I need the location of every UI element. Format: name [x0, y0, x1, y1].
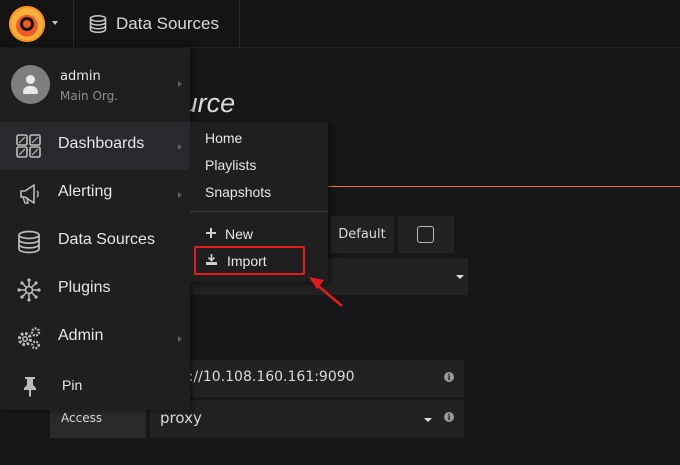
submenu-item-snapshots[interactable]: Snapshots — [205, 184, 271, 200]
default-label: Default — [330, 216, 394, 253]
chevron-right-icon — [178, 336, 182, 342]
breadcrumb[interactable]: Data Sources — [74, 0, 240, 48]
pin-icon — [24, 377, 36, 397]
user-name: admin — [60, 69, 101, 84]
top-navbar: Data Sources — [0, 0, 680, 48]
access-label-text: Access — [61, 411, 103, 425]
plugins-icon — [17, 278, 41, 302]
caret-down-icon — [456, 275, 464, 279]
avatar — [11, 65, 50, 104]
url-input[interactable]: http://10.108.160.161:9090 i — [150, 360, 464, 397]
default-checkbox-container — [398, 216, 454, 253]
chevron-right-icon — [178, 144, 182, 150]
access-select-value: proxy — [160, 409, 202, 427]
side-menu: admin Main Org. Dashboards Alerting Data… — [0, 48, 190, 410]
import-highlight-box — [194, 246, 305, 275]
sidebar-item-plugins[interactable]: Plugins — [0, 266, 190, 314]
plus-icon — [206, 228, 216, 238]
sidebar-item-admin[interactable]: Admin — [0, 314, 190, 362]
chevron-right-icon — [178, 192, 182, 198]
dashboards-grid-icon — [16, 134, 41, 158]
database-icon — [89, 14, 107, 34]
sidebar-item-alerting[interactable]: Alerting — [0, 170, 190, 218]
sidebar-item-label: Plugins — [58, 279, 111, 296]
submenu-item-home[interactable]: Home — [205, 130, 242, 146]
gears-icon — [18, 327, 41, 350]
database-icon — [18, 230, 40, 254]
sidebar-item-data-sources[interactable]: Data Sources — [0, 218, 190, 266]
sidebar-item-label: Dashboards — [58, 135, 145, 152]
user-profile[interactable]: admin Main Org. — [0, 48, 190, 122]
breadcrumb-label: Data Sources — [116, 14, 219, 33]
sidebar-item-label: Admin — [58, 327, 104, 344]
default-checkbox[interactable] — [417, 226, 434, 243]
submenu-item-new[interactable]: New — [225, 226, 253, 242]
info-icon[interactable]: i — [444, 412, 454, 422]
red-arrow-icon — [309, 277, 343, 307]
info-icon[interactable]: i — [444, 372, 454, 382]
chevron-right-icon — [178, 81, 182, 87]
megaphone-icon — [20, 184, 39, 204]
grafana-menu-button[interactable] — [0, 0, 74, 48]
sidebar-item-dashboards[interactable]: Dashboards — [0, 122, 190, 170]
sidebar-item-pin[interactable]: Pin — [0, 362, 190, 410]
user-org: Main Org. — [60, 89, 119, 103]
sidebar-item-label: Alerting — [58, 183, 113, 200]
caret-down-icon — [424, 418, 432, 422]
submenu-item-playlists[interactable]: Playlists — [205, 157, 256, 173]
caret-down-icon — [52, 21, 58, 25]
submenu-divider — [190, 211, 328, 212]
sidebar-item-label: Pin — [62, 377, 83, 393]
sidebar-item-label: Data Sources — [58, 231, 155, 248]
access-select[interactable]: proxy i — [150, 400, 464, 438]
grafana-logo-icon — [9, 6, 45, 42]
